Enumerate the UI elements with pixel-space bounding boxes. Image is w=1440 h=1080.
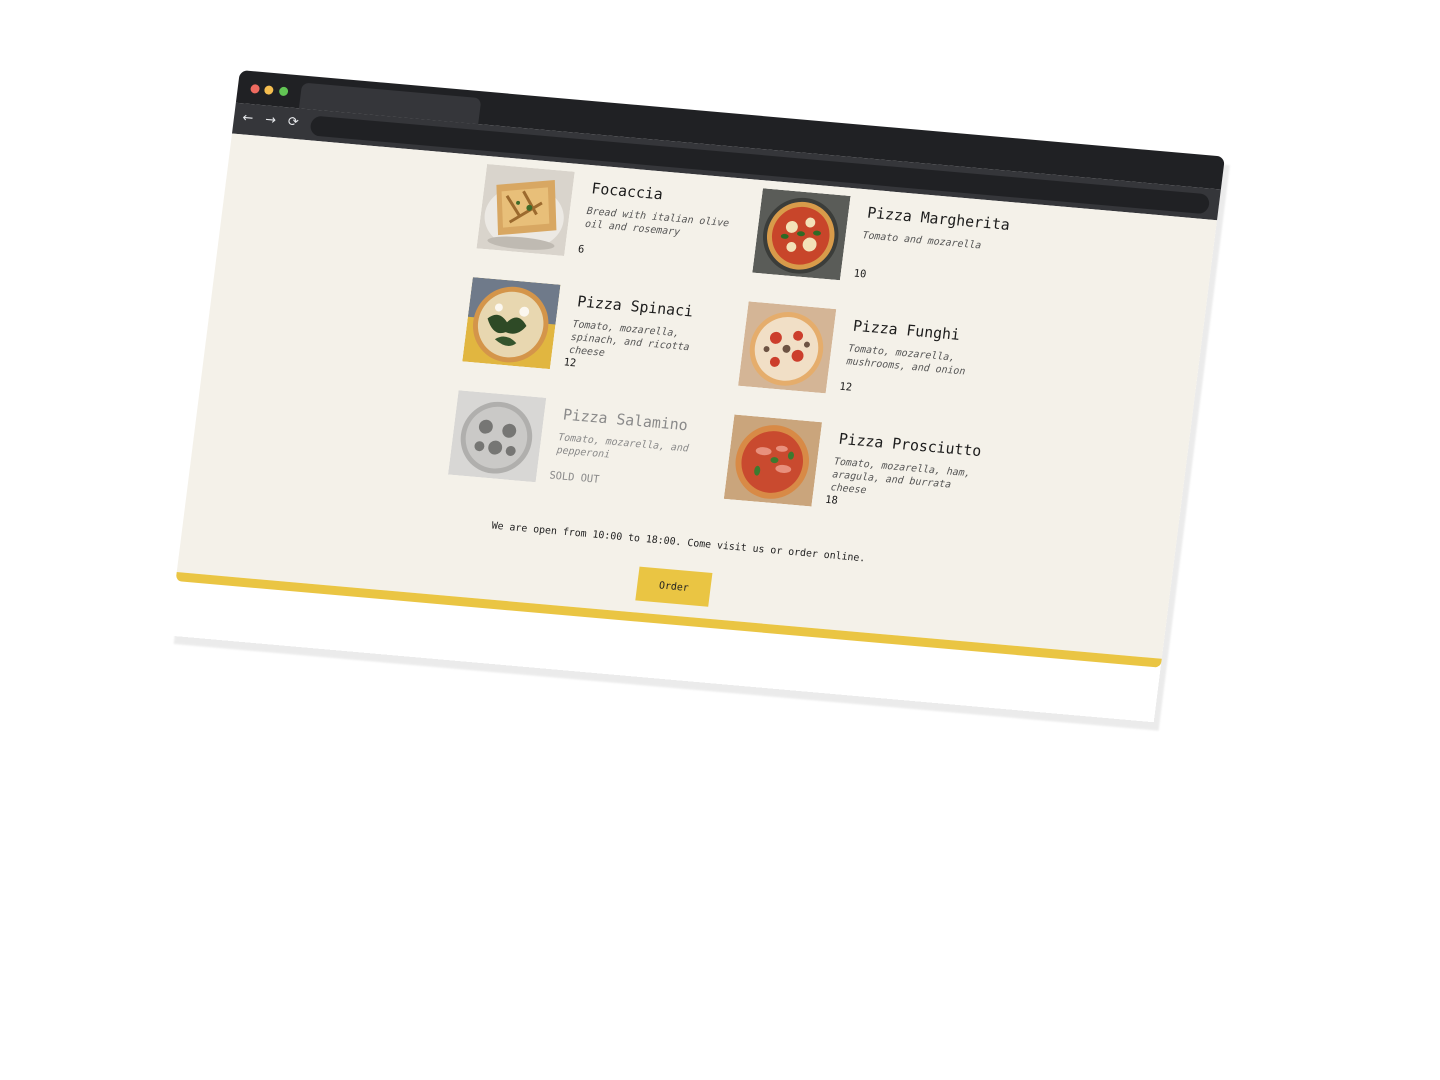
item-name: Pizza Spinaci [576, 292, 695, 321]
menu-item-salamino: Pizza Salamino Tomato, mozarella, and pe… [446, 390, 724, 513]
focaccia-photo [476, 163, 575, 257]
item-description: Tomato, mozarella, ham, aragula, and bur… [830, 456, 972, 497]
menu-item-focaccia: Focaccia Bread with italian olive oil an… [475, 163, 753, 287]
spinaci-photo [462, 277, 561, 370]
funghi-photo [738, 301, 837, 394]
item-description: Tomato and mozarella [861, 230, 982, 252]
sold-out-badge: SOLD OUT [548, 469, 601, 486]
item-name: Pizza Prosciutto [837, 429, 983, 461]
order-button[interactable]: Order [635, 566, 713, 607]
item-name: Pizza Margherita [866, 203, 1011, 234]
salamino-photo [447, 390, 547, 483]
maximize-window-button[interactable] [278, 86, 289, 97]
item-description: Tomato, mozarella, mushrooms, and onion [845, 343, 966, 378]
menu-item-spinaci: Pizza Spinaci Tomato, mozarella, spinach… [460, 277, 738, 400]
item-price: 18 [824, 493, 839, 507]
menu-item-funghi: Pizza Funghi Tomato, mozarella, mushroom… [736, 301, 1014, 424]
item-name: Focaccia [590, 179, 664, 204]
page-content: Focaccia Bread with italian olive oil an… [176, 133, 1217, 659]
item-description: Bread with italian olive oil and rosemar… [584, 205, 730, 239]
item-name: Pizza Salamino [561, 405, 689, 435]
close-window-button[interactable] [250, 84, 261, 94]
prosciutto-photo [723, 414, 823, 507]
browser-window: ← → ⟳ Focaccia Bread with italian olive … [169, 70, 1225, 722]
arrow-left-icon[interactable]: ← [239, 109, 257, 128]
menu-item-margherita: Pizza Margherita Tomato and mozarella 10 [750, 188, 1028, 311]
item-price: 12 [562, 356, 577, 370]
stage: ← → ⟳ Focaccia Bread with italian olive … [0, 0, 1440, 1080]
margherita-photo [752, 188, 851, 281]
item-price: 12 [838, 380, 853, 394]
item-description: Tomato, mozarella, spinach, and ricotta … [568, 319, 691, 359]
item-description: Tomato, mozarella, and pepperoni [555, 432, 690, 461]
minimize-window-button[interactable] [263, 85, 274, 95]
menu-grid: Focaccia Bread with italian olive oil an… [442, 163, 1039, 570]
item-name: Pizza Funghi [852, 316, 962, 344]
item-price: 6 [577, 243, 585, 256]
arrow-right-icon[interactable]: → [261, 111, 279, 130]
menu-item-prosciutto: Pizza Prosciutto Tomato, mozarella, ham,… [722, 414, 1000, 537]
item-price: 10 [852, 267, 867, 281]
reload-icon[interactable]: ⟳ [284, 113, 302, 132]
